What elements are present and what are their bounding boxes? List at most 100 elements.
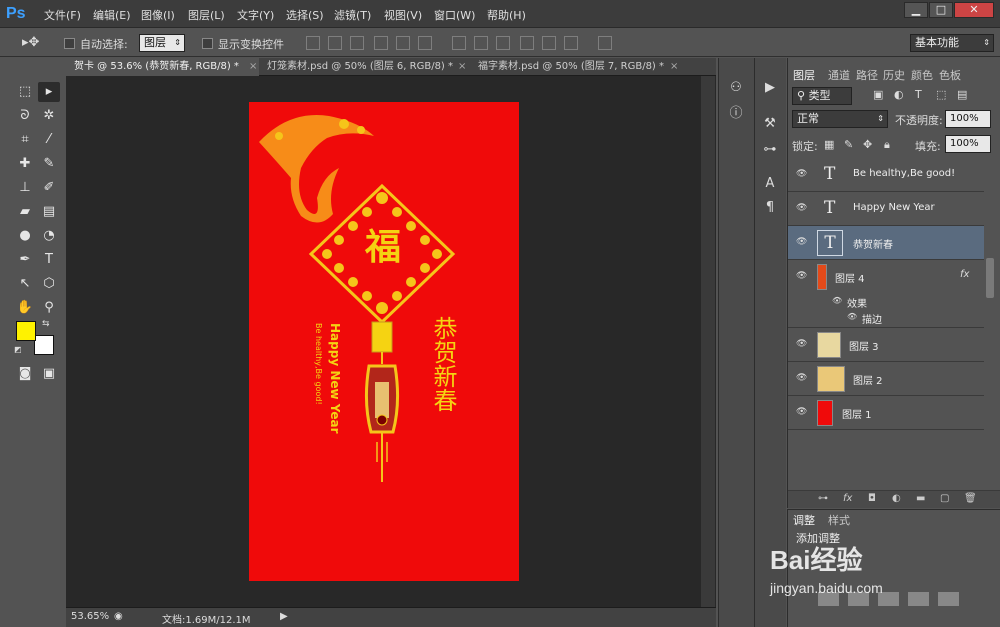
- tab-color[interactable]: 颜色: [911, 67, 933, 83]
- opacity-input[interactable]: 100%: [945, 110, 991, 128]
- distribute-left-icon[interactable]: [520, 36, 534, 50]
- brush-tool-icon[interactable]: ✎: [38, 154, 60, 174]
- dodge-tool-icon[interactable]: ◔: [38, 226, 60, 246]
- menu-view[interactable]: 视图(V): [384, 7, 422, 23]
- tab-fu-character[interactable]: 福字素材.psd @ 50% (图层 7, RGB/8) * ×: [470, 58, 682, 76]
- paragraph-panel-icon[interactable]: ¶: [759, 198, 781, 218]
- visibility-eye-icon[interactable]: 👁︎: [796, 237, 810, 247]
- align-vcenter-icon[interactable]: [328, 36, 342, 50]
- menu-select[interactable]: 选择(S): [286, 7, 324, 23]
- default-colors-icon[interactable]: ◩: [14, 345, 22, 354]
- document-scrollbar[interactable]: [701, 76, 715, 608]
- menu-layer[interactable]: 图层(L): [188, 7, 225, 23]
- visibility-eye-icon[interactable]: 👁︎: [847, 312, 857, 321]
- show-transform-checkbox[interactable]: [202, 38, 213, 49]
- filter-shape-icon[interactable]: ⬚: [936, 88, 946, 101]
- add-style-icon[interactable]: fx: [843, 493, 852, 504]
- background-color-swatch[interactable]: [34, 335, 54, 355]
- visibility-eye-icon[interactable]: 👁︎: [832, 296, 842, 305]
- shape-tool-icon[interactable]: ⬡: [38, 274, 60, 294]
- new-group-icon[interactable]: ▬: [916, 493, 925, 504]
- magic-wand-icon[interactable]: ✲: [38, 106, 60, 126]
- tool-presets-icon[interactable]: ⊶: [759, 140, 781, 160]
- visibility-eye-icon[interactable]: 👁︎: [796, 169, 810, 179]
- move-tool-icon[interactable]: ▸: [38, 82, 60, 102]
- menu-edit[interactable]: 编辑(E): [93, 7, 131, 23]
- lock-all-icon[interactable]: 🔒︎: [884, 138, 890, 152]
- tab-swatches[interactable]: 色板: [939, 67, 961, 83]
- add-mask-icon[interactable]: ◘: [868, 493, 876, 504]
- actions-play-icon[interactable]: ▶: [759, 78, 781, 98]
- tab-history[interactable]: 历史: [883, 67, 905, 83]
- lock-position-icon[interactable]: ✥: [863, 138, 872, 151]
- fill-input[interactable]: 100%: [945, 135, 991, 153]
- menu-image[interactable]: 图像(I): [141, 7, 175, 23]
- gradient-tool-icon[interactable]: ▤: [38, 202, 60, 222]
- filter-smart-icon[interactable]: ▤: [957, 88, 967, 101]
- auto-align-icon[interactable]: [598, 36, 612, 50]
- fx-badge[interactable]: fx: [960, 269, 969, 280]
- eraser-tool-icon[interactable]: ▰: [14, 202, 36, 222]
- hand-tool-icon[interactable]: ✋: [14, 298, 36, 318]
- foreground-color-swatch[interactable]: [16, 321, 36, 341]
- visibility-eye-icon[interactable]: 👁︎: [796, 203, 810, 213]
- menu-file[interactable]: 文件(F): [44, 7, 81, 23]
- menu-type[interactable]: 文字(Y): [237, 7, 274, 23]
- status-menu-arrow-icon[interactable]: ▶: [280, 611, 288, 622]
- move-tool-icon[interactable]: ▸✥: [22, 35, 39, 50]
- eyedropper-icon[interactable]: ⁄: [38, 130, 60, 150]
- character-panel-icon[interactable]: A: [759, 174, 781, 194]
- blend-mode-dropdown[interactable]: 正常 ⇕: [792, 110, 888, 128]
- align-right-icon[interactable]: [418, 36, 432, 50]
- layers-scrollbar[interactable]: [986, 258, 994, 298]
- tab-layers[interactable]: 图层: [793, 67, 815, 83]
- status-icon[interactable]: ◉: [114, 611, 123, 622]
- distribute-top-icon[interactable]: [452, 36, 466, 50]
- distribute-vcenter-icon[interactable]: [474, 36, 488, 50]
- auto-select-checkbox[interactable]: [64, 38, 75, 49]
- swap-colors-icon[interactable]: ⇆: [42, 319, 50, 329]
- info-icon[interactable]: ⓘ: [725, 104, 747, 124]
- distribute-right-icon[interactable]: [564, 36, 578, 50]
- visibility-eye-icon[interactable]: 👁︎: [796, 407, 810, 417]
- close-icon[interactable]: ×: [670, 58, 678, 76]
- layer-row[interactable]: 👁︎ T Be healthy,Be good!: [788, 158, 984, 192]
- layer-row[interactable]: 👁︎ 图层 2: [788, 362, 984, 396]
- delete-layer-icon[interactable]: 🗑︎: [964, 493, 977, 504]
- type-tool-icon[interactable]: T: [38, 250, 60, 270]
- crop-tool-icon[interactable]: ⌗: [14, 130, 36, 150]
- layer-filter-dropdown[interactable]: ⚲ 类型: [792, 87, 852, 105]
- close-icon[interactable]: ×: [458, 58, 466, 76]
- align-top-icon[interactable]: [306, 36, 320, 50]
- screen-mode-icon[interactable]: ▣: [38, 364, 60, 384]
- tab-channels[interactable]: 通道: [828, 67, 850, 83]
- visibility-eye-icon[interactable]: 👁︎: [796, 339, 810, 349]
- tab-paths[interactable]: 路径: [856, 67, 878, 83]
- stamp-tool-icon[interactable]: ⊥: [14, 178, 36, 198]
- layer-row[interactable]: 👁︎ 图层 3: [788, 328, 984, 362]
- tab-adjustments[interactable]: 调整: [793, 512, 815, 528]
- distribute-bottom-icon[interactable]: [496, 36, 510, 50]
- align-hcenter-icon[interactable]: [396, 36, 410, 50]
- history-brush-icon[interactable]: ✐: [38, 178, 60, 198]
- zoom-tool-icon[interactable]: ⚲: [38, 298, 60, 318]
- marquee-tool-icon[interactable]: ⬚: [14, 82, 36, 102]
- link-layers-icon[interactable]: ⊶: [818, 493, 828, 504]
- menu-help[interactable]: 帮助(H): [487, 7, 526, 23]
- close-icon[interactable]: ×: [249, 58, 257, 76]
- pen-tool-icon[interactable]: ✒: [14, 250, 36, 270]
- zoom-level[interactable]: 53.65%: [71, 611, 109, 622]
- align-bottom-icon[interactable]: [350, 36, 364, 50]
- visibility-eye-icon[interactable]: 👁︎: [796, 373, 810, 383]
- new-layer-icon[interactable]: ▢: [940, 493, 949, 504]
- lasso-tool-icon[interactable]: ᘐ: [14, 106, 36, 126]
- layer-row-selected[interactable]: 👁︎ T 恭贺新春: [788, 226, 984, 260]
- blur-tool-icon[interactable]: ●: [14, 226, 36, 246]
- menu-window[interactable]: 窗口(W): [434, 7, 475, 23]
- brush-preset-icon[interactable]: ⚒: [759, 114, 781, 134]
- healing-brush-icon[interactable]: ✚: [14, 154, 36, 174]
- tab-styles[interactable]: 样式: [828, 512, 850, 528]
- menu-filter[interactable]: 滤镜(T): [334, 7, 371, 23]
- layer-row[interactable]: 👁︎ T Happy New Year: [788, 192, 984, 226]
- filter-image-icon[interactable]: ▣: [873, 88, 883, 101]
